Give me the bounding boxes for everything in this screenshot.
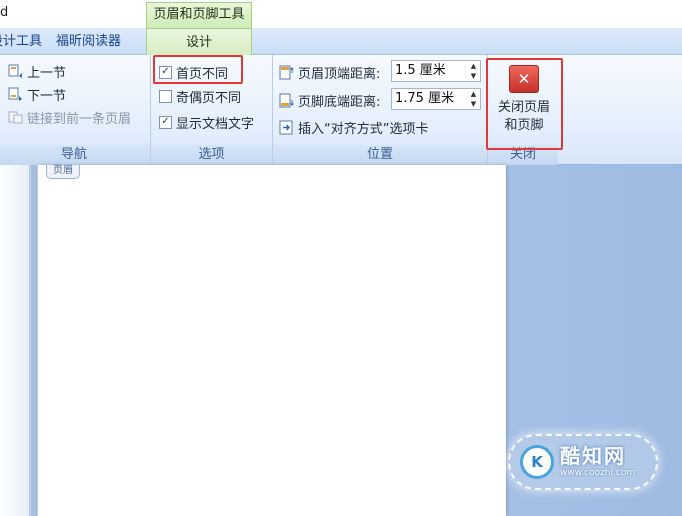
next-section-button[interactable]: 下一节 — [8, 84, 66, 104]
close-icon: ✕ — [509, 65, 539, 93]
footer-bottom-distance-value: 1.75 厘米 — [395, 91, 455, 106]
footer-bottom-distance-input[interactable]: 1.75 厘米 ▲ ▼ — [391, 88, 481, 110]
header-distance-icon — [279, 65, 294, 79]
show-document-text-checkbox[interactable]: ✓ 显示文档文字 — [159, 112, 254, 132]
checkbox-first-page[interactable]: ✓ — [159, 65, 172, 79]
previous-section-label: 上一节 — [27, 65, 67, 81]
next-section-label: 下一节 — [27, 88, 67, 104]
watermark: K 酷知网 www.coozhi.com — [508, 434, 658, 490]
document-page[interactable]: 页眉 — [38, 165, 506, 516]
watermark-url: www.coozhi.com — [560, 468, 636, 478]
insert-tab-icon — [279, 120, 293, 134]
different-first-page-label: 首页不同 — [176, 66, 229, 82]
group-options: ✓ 首页不同 奇偶页不同 ✓ 显示文档文字 选项 — [151, 55, 273, 165]
insert-alignment-tab-label: 插入“对齐方式”选项卡 — [298, 121, 429, 137]
coozhi-logo-icon: K — [520, 445, 554, 479]
show-document-text-label: 显示文档文字 — [176, 116, 255, 132]
header-top-distance: 页眉顶端距离: — [279, 62, 380, 82]
header-spinner[interactable]: ▲ ▼ — [469, 62, 478, 80]
watermark-name: 酷知网 — [560, 444, 626, 468]
left-margin — [0, 165, 30, 516]
document-title: d — [0, 5, 9, 20]
close-header-footer-button[interactable]: ✕ 关闭页眉 和页脚 — [494, 59, 554, 141]
link-to-previous-button[interactable]: 链接到前一条页眉 — [8, 107, 131, 127]
group-label-navigation: 导航 — [0, 145, 150, 165]
close-button-line1: 关闭页眉 — [497, 100, 550, 115]
link-icon — [8, 111, 23, 123]
group-position: 页眉顶端距离: 1.5 厘米 ▲ ▼ 页脚底端距离: 1.75 厘米 ▲ ▼ 插… — [273, 55, 488, 165]
link-to-previous-label: 链接到前一条页眉 — [27, 111, 132, 127]
tab-design-tools[interactable]: 设计工具 — [0, 28, 42, 55]
insert-alignment-tab-button[interactable]: 插入“对齐方式”选项卡 — [279, 117, 428, 137]
previous-section-icon — [8, 64, 22, 78]
next-section-icon — [8, 87, 22, 101]
previous-section-button[interactable]: 上一节 — [8, 61, 66, 81]
close-button-line2: 和页脚 — [504, 118, 544, 133]
spin-down-icon[interactable]: ▼ — [471, 100, 476, 108]
group-label-options: 选项 — [151, 145, 272, 165]
spin-up-icon[interactable]: ▲ — [471, 62, 476, 70]
group-label-close: 关闭 — [488, 145, 558, 165]
different-first-page-checkbox[interactable]: ✓ 首页不同 — [159, 62, 228, 82]
group-label-position: 位置 — [273, 145, 487, 165]
header-tag: 页眉 — [46, 165, 80, 179]
different-odd-even-checkbox[interactable]: 奇偶页不同 — [159, 86, 241, 106]
watermark-text: 酷知网 www.coozhi.com — [560, 446, 635, 478]
group-navigation: 上一节 下一节 链接到前一条页眉 导航 — [0, 55, 151, 165]
header-top-distance-label: 页眉顶端距离: — [298, 66, 381, 82]
title-bar: d 页眉和页脚工具 — [0, 0, 682, 28]
checkbox-odd-even[interactable] — [159, 89, 172, 103]
footer-distance-icon — [279, 93, 294, 107]
footer-bottom-distance-label: 页脚底端距离: — [298, 94, 381, 110]
vertical-ruler — [31, 165, 37, 516]
context-tool-label: 页眉和页脚工具 — [146, 2, 252, 28]
header-top-distance-input[interactable]: 1.5 厘米 ▲ ▼ — [391, 60, 481, 82]
header-top-distance-value: 1.5 厘米 — [395, 63, 446, 78]
tab-design[interactable]: 设计 — [146, 28, 252, 56]
footer-spinner[interactable]: ▲ ▼ — [469, 90, 478, 108]
group-close: ✕ 关闭页眉 和页脚 关闭 — [488, 55, 558, 165]
spin-up-icon[interactable]: ▲ — [471, 90, 476, 98]
spin-down-icon[interactable]: ▼ — [471, 72, 476, 80]
ribbon: 上一节 下一节 链接到前一条页眉 导航 ✓ 首页不同 奇偶页不同 ✓ 显示文档文… — [0, 55, 682, 165]
footer-bottom-distance: 页脚底端距离: — [279, 90, 380, 110]
checkbox-show-text[interactable]: ✓ — [159, 115, 172, 129]
tab-foxit-reader[interactable]: 福昕阅读器 — [56, 28, 121, 55]
ribbon-tabs: 设计工具 福昕阅读器 设计 — [0, 28, 682, 56]
different-odd-even-label: 奇偶页不同 — [176, 90, 242, 106]
